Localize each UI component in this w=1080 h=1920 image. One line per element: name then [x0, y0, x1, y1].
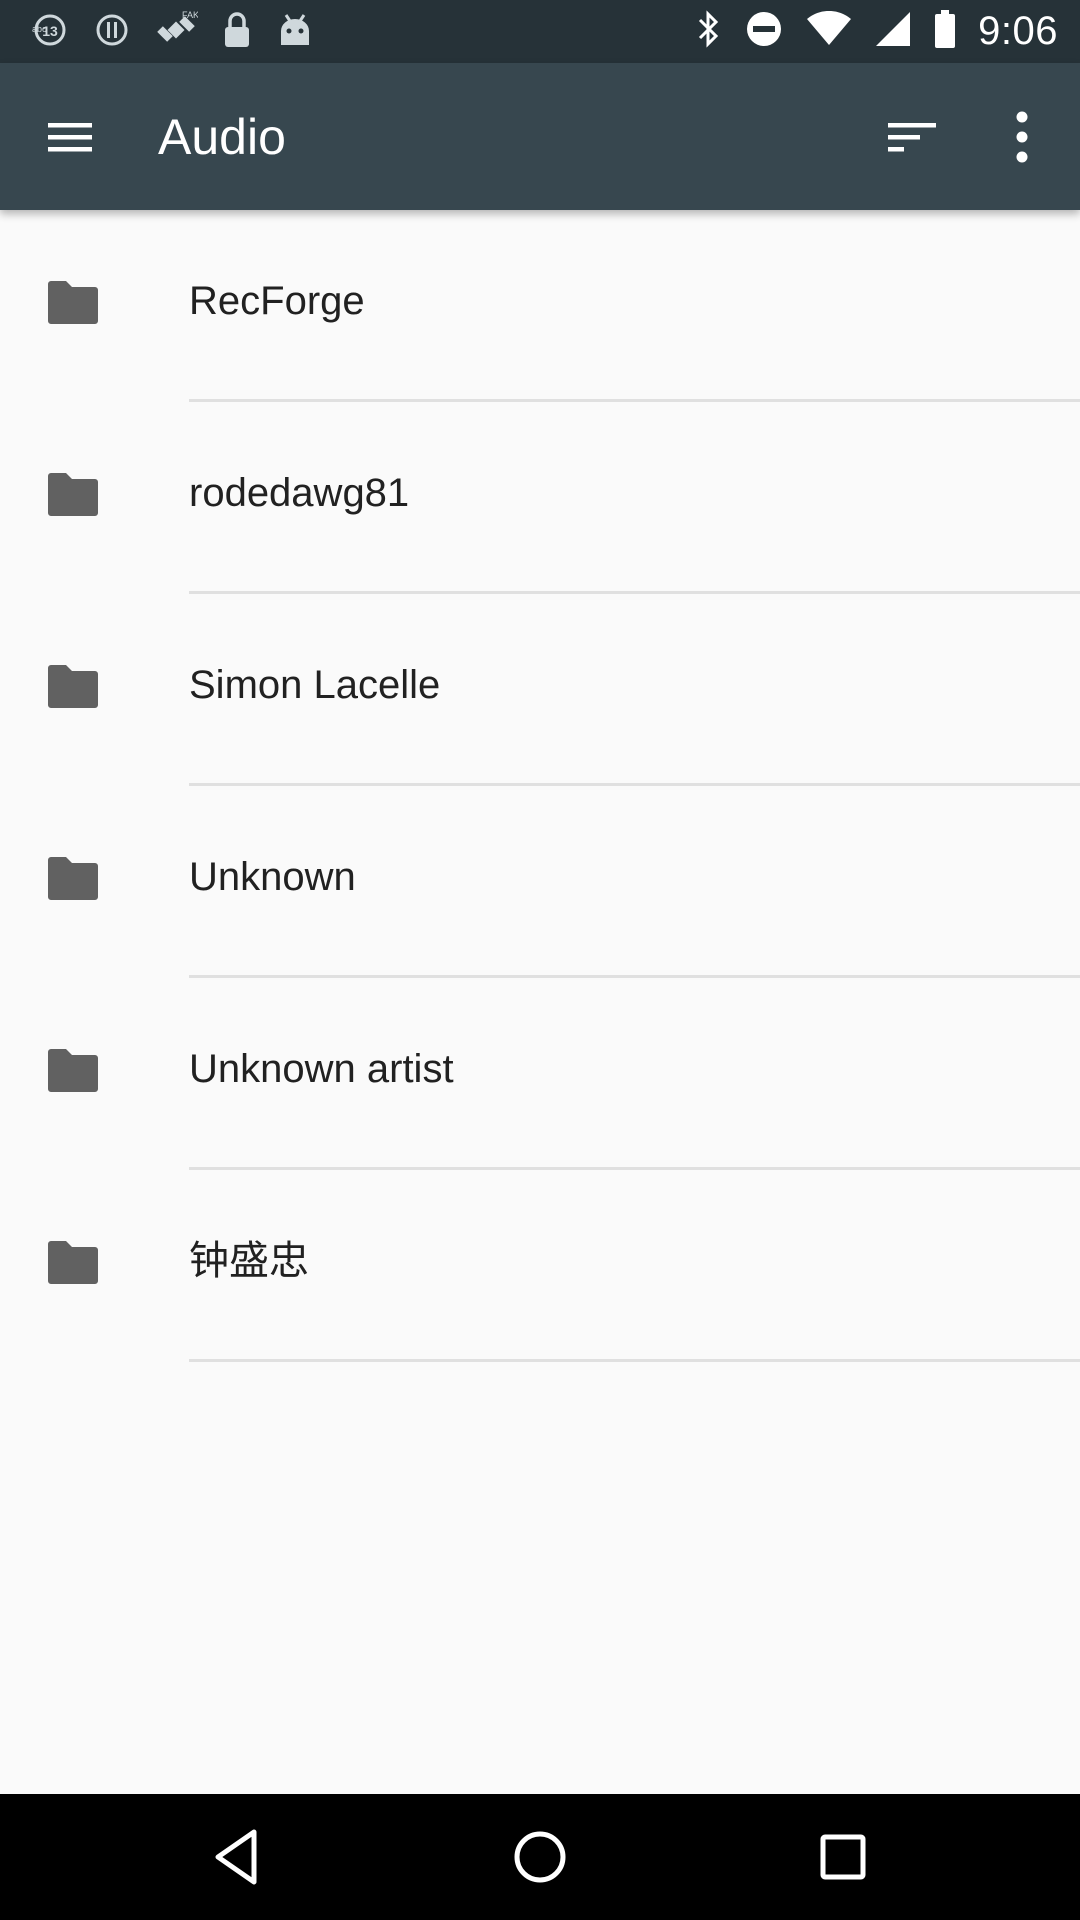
home-button[interactable]	[505, 1822, 575, 1892]
folder-item-recforge[interactable]: RecForge	[0, 210, 1080, 402]
battery-icon	[934, 9, 956, 54]
navigation-menu-button[interactable]	[42, 109, 98, 165]
more-options-button[interactable]	[1000, 107, 1044, 167]
page-title: Audio	[158, 109, 286, 165]
folder-item-chinese-artist[interactable]: 钟盛忠	[0, 1170, 1080, 1362]
home-circle-icon	[514, 1831, 566, 1883]
back-triangle-icon	[215, 1829, 257, 1885]
bluetooth-icon	[696, 9, 722, 54]
folder-label: Unknown artist	[189, 1047, 454, 1091]
recent-apps-square-icon	[820, 1834, 866, 1880]
folder-list: RecForge rodedawg81 Simon Lacelle Unknow…	[0, 210, 1080, 1362]
alert-circle-icon	[94, 12, 130, 53]
folder-icon	[48, 281, 98, 324]
folder-label: 钟盛忠	[189, 1239, 309, 1283]
android-icon	[276, 11, 314, 54]
folder-item-unknown[interactable]: Unknown	[0, 786, 1080, 978]
hamburger-menu-icon	[48, 123, 92, 152]
folder-label: Unknown	[189, 855, 356, 899]
folder-icon	[48, 473, 98, 516]
system-navigation-bar	[0, 1794, 1080, 1920]
more-vert-icon	[1016, 111, 1028, 163]
folder-icon	[48, 1241, 98, 1284]
cellular-signal-icon	[874, 10, 912, 53]
back-button[interactable]	[204, 1822, 274, 1892]
sort-button[interactable]	[882, 109, 942, 165]
folder-label: rodedawg81	[189, 471, 410, 515]
fake-gps-satellite-icon: FAKE	[154, 8, 205, 57]
wifi-icon	[806, 10, 852, 52]
status-bar: 13 abc FAKE	[0, 0, 1080, 63]
folder-label: Simon Lacelle	[189, 663, 441, 707]
folder-icon	[48, 665, 98, 708]
lock-icon	[222, 11, 252, 54]
folder-item-simon-lacelle[interactable]: Simon Lacelle	[0, 594, 1080, 786]
folder-label: RecForge	[189, 279, 365, 323]
sort-icon	[888, 123, 936, 152]
app-bar: Audio	[0, 63, 1080, 210]
status-time: 9:06	[978, 9, 1058, 53]
folder-icon	[48, 857, 98, 900]
folder-item-unknown-artist[interactable]: Unknown artist	[0, 978, 1080, 1170]
recent-apps-button[interactable]	[808, 1822, 878, 1892]
svg-text:FAKE: FAKE	[182, 10, 198, 20]
folder-item-rodedawg81[interactable]: rodedawg81	[0, 402, 1080, 594]
screen: 13 abc FAKE	[0, 0, 1080, 1920]
do-not-disturb-icon	[744, 9, 784, 54]
folder-icon	[48, 1049, 98, 1092]
svg-text:abc: abc	[32, 24, 47, 34]
abc13-news-icon: 13 abc	[26, 10, 70, 55]
divider	[189, 1359, 1080, 1362]
